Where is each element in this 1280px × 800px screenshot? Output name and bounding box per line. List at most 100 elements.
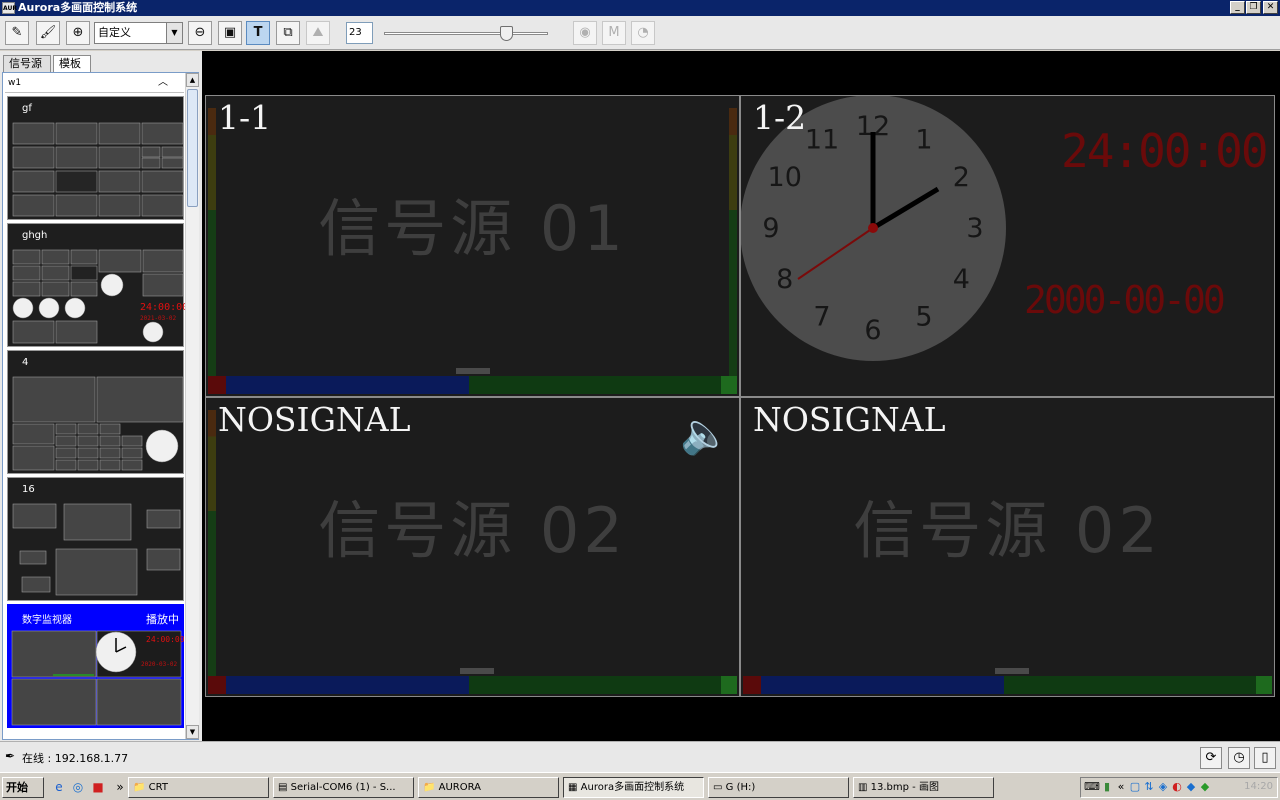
layout-thumbnail: 24:00:00 2021-03-02 — [12, 249, 185, 344]
template-list: w1 ︿ gf ghgh 24:00:00 2021-03-02 4 16 数字… — [2, 72, 199, 740]
connection-status: 在线 : 192.168.1.77 — [22, 752, 129, 765]
scroll-down-icon[interactable]: ▼ — [186, 725, 199, 739]
tray-expand-icon[interactable]: « — [1114, 780, 1128, 794]
system-tray: ⌨ ▮ « ▢ ⇅ ◈ ◐ ◆ ◆ 14:20 — [1080, 777, 1278, 798]
ie-icon[interactable]: e — [51, 779, 67, 795]
shield-icon[interactable]: ◆ — [1184, 780, 1198, 794]
digital-date: 2020-03-02 — [141, 661, 178, 668]
tab-template[interactable]: 模板 — [53, 55, 91, 72]
signal-source-watermark: 信号源 02 — [853, 494, 1162, 567]
task-label: 13.bmp - 画图 — [870, 782, 939, 793]
template-card[interactable]: gf — [7, 96, 184, 220]
clock-number: 7 — [813, 301, 830, 332]
paint-icon: ▥ — [858, 782, 871, 793]
task-button[interactable]: 📁 AURORA — [418, 777, 559, 798]
layout-thumbnail — [12, 122, 184, 217]
signal-bar — [208, 376, 737, 394]
minimize-button[interactable]: _ — [1230, 1, 1245, 14]
signal-source-watermark: 信号源 01 — [318, 192, 627, 265]
text-tool-icon[interactable]: T — [246, 21, 270, 45]
chat-icon[interactable]: ▢ — [1128, 780, 1142, 794]
more-icon[interactable]: » — [112, 779, 128, 795]
resize-handle[interactable] — [460, 668, 494, 674]
scroll-thumb[interactable] — [187, 89, 198, 207]
task-label: G (H:) — [725, 782, 756, 793]
mode-button[interactable]: M — [602, 21, 626, 45]
clock-number: 11 — [805, 125, 839, 156]
template-card[interactable]: 16 — [7, 477, 184, 601]
close-button[interactable]: ✕ — [1263, 1, 1278, 14]
template-card-selected[interactable]: 数字监视器 播放中 24:00:00 2020-03-02 — [7, 604, 185, 728]
number-input[interactable]: 23 — [346, 22, 373, 44]
scroll-up-icon[interactable]: ▲ — [186, 73, 199, 87]
network-icon[interactable]: ⇅ — [1142, 780, 1156, 794]
image-icon[interactable]: ⛰ — [306, 21, 330, 45]
zoom-select-value: 自定义 — [98, 26, 131, 39]
screen-label: NOSIGNAL — [753, 400, 946, 439]
gauge-icon[interactable]: ◔ — [631, 21, 655, 45]
digital-time: 24:00:00 — [140, 302, 185, 313]
app-icon: ▦ — [568, 782, 581, 793]
app-icon: AUR — [2, 2, 17, 14]
clock-number: 10 — [768, 162, 802, 193]
task-button-active[interactable]: ▦ Aurora多画面控制系统 — [563, 777, 704, 798]
copy-layout-icon[interactable]: ⧉ — [276, 21, 300, 45]
zoom-select[interactable]: 自定义 ▼ — [94, 22, 183, 44]
pen-icon[interactable]: ✎ — [5, 21, 29, 45]
layout-thumbnail — [12, 376, 184, 471]
task-label: AURORA — [438, 782, 482, 793]
screen-window[interactable]: 1-1 信号源 01 — [205, 95, 740, 397]
volume-icon[interactable]: ◈ — [1156, 780, 1170, 794]
screen-window[interactable]: NOSIGNAL 🔈 信号源 02 — [205, 397, 740, 697]
battery-icon[interactable]: ▮ — [1100, 780, 1114, 794]
start-button[interactable]: 开始 — [2, 777, 44, 798]
security-icon[interactable]: ◐ — [1170, 780, 1184, 794]
layout-thumbnail: 24:00:00 2020-03-02 — [11, 630, 185, 726]
signal-bar — [208, 676, 737, 694]
screen-label: 1-1 — [218, 98, 272, 137]
tab-signal-source[interactable]: 信号源 — [3, 55, 51, 72]
brush-icon[interactable]: 🖌 — [36, 21, 60, 45]
screen-window[interactable]: 12 1 2 3 4 5 6 7 8 9 10 11 1-2 24:00:00 2000-00-00 — [740, 95, 1275, 397]
mouse-icon[interactable]: ▯ — [1254, 747, 1276, 769]
folder-icon: 📁 — [133, 782, 149, 793]
status-bar: ✒ 在线 : 192.168.1.77 ⟳ ◷ ▯ — [0, 741, 1280, 772]
signal-bar — [743, 676, 1272, 694]
resize-handle[interactable] — [456, 368, 490, 374]
template-group-header[interactable]: w1 ︿ — [5, 75, 184, 93]
level-slider[interactable] — [384, 26, 548, 41]
collapse-icon[interactable]: ︿ — [158, 75, 168, 91]
resize-handle[interactable] — [995, 668, 1029, 674]
zoom-out-icon[interactable]: ⊖ — [188, 21, 212, 45]
speaker-icon: 🔈 — [680, 411, 730, 457]
folder-icon: 📁 — [423, 782, 439, 793]
task-button[interactable]: ▭ G (H:) — [708, 777, 849, 798]
chevron-down-icon[interactable]: ▼ — [166, 23, 182, 43]
template-card[interactable]: ghgh 24:00:00 2021-03-02 — [7, 223, 185, 347]
template-card[interactable]: 4 — [7, 350, 184, 474]
fit-screen-icon[interactable]: ▣ — [218, 21, 242, 45]
task-button[interactable]: 📁 CRT — [128, 777, 269, 798]
shield-check-icon[interactable]: ◆ — [1198, 780, 1212, 794]
zoom-in-icon[interactable]: ⊕ — [66, 21, 90, 45]
record-icon[interactable]: ◉ — [573, 21, 597, 45]
browser-icon[interactable]: ◎ — [70, 779, 86, 795]
digital-time: 24:00:00 — [1061, 124, 1269, 178]
taskbar: 开始 e ◎ ■ » 📁 CRT ▤ Serial-COM6 (1) - S..… — [0, 772, 1280, 800]
clock-number: 1 — [915, 125, 932, 156]
slider-thumb[interactable] — [500, 26, 513, 41]
screen-label: NOSIGNAL — [218, 400, 411, 439]
task-label: Serial-COM6 (1) - S... — [290, 782, 396, 793]
maximize-button[interactable]: ❐ — [1246, 1, 1261, 14]
task-button[interactable]: ▤ Serial-COM6 (1) - S... — [273, 777, 414, 798]
app-launcher-icon[interactable]: ■ — [90, 779, 106, 795]
keyboard-icon[interactable]: ⌨ — [1084, 780, 1100, 794]
template-list-scrollbar[interactable]: ▲ ▼ — [185, 73, 199, 739]
signal-source-watermark: 信号源 02 — [318, 494, 627, 567]
task-button[interactable]: ▥ 13.bmp - 画图 — [853, 777, 994, 798]
clock-icon[interactable]: ◷ — [1228, 747, 1250, 769]
refresh-icon[interactable]: ⟳ — [1200, 747, 1222, 769]
screen-window[interactable]: NOSIGNAL 信号源 02 — [740, 397, 1275, 697]
clock-number: 4 — [953, 264, 970, 295]
clock-number: 9 — [762, 213, 779, 244]
